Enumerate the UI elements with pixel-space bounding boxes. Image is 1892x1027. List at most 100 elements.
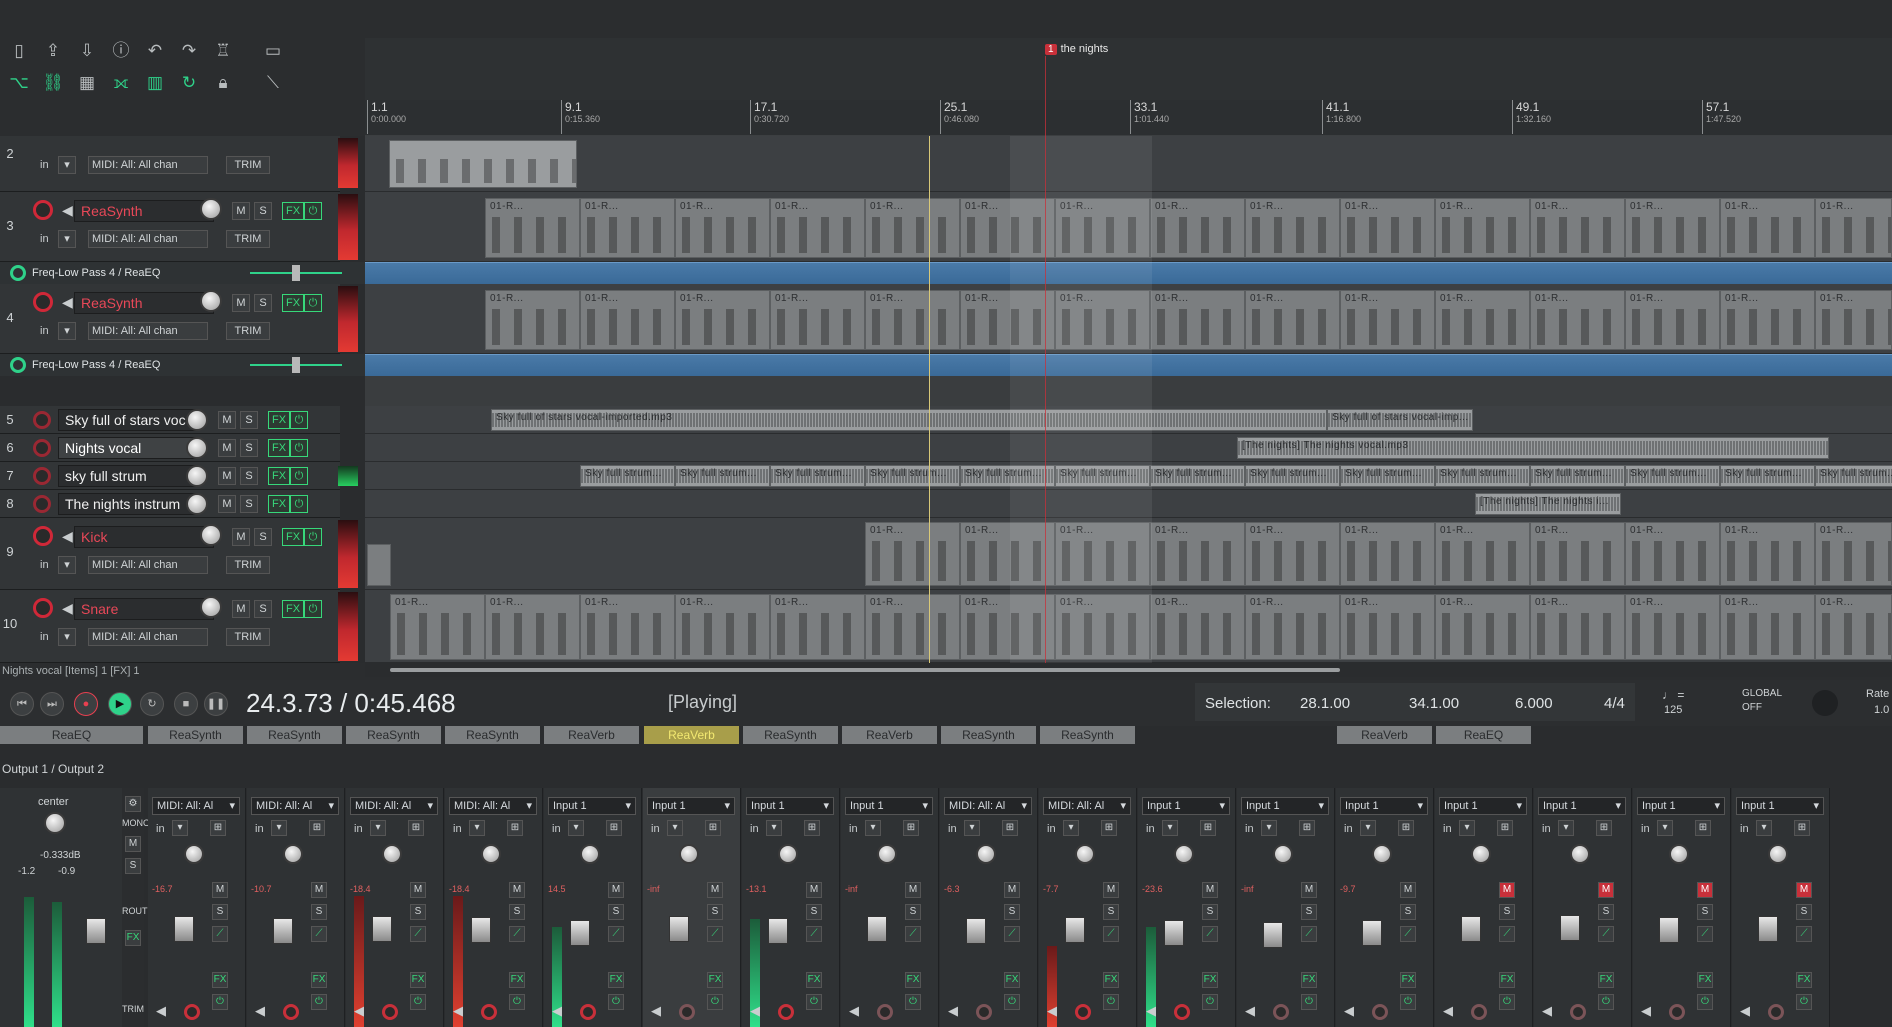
speaker-icon[interactable]: ◀ [453, 1002, 463, 1020]
track-name[interactable]: ReaSynth [74, 292, 214, 314]
fx-bypass-icon[interactable]: ⏻ [707, 994, 723, 1010]
fx-tab[interactable]: ReaVerb [1337, 726, 1432, 744]
fx-button[interactable]: FX [282, 528, 305, 546]
record-arm-button[interactable] [33, 495, 51, 513]
fx-bypass-icon[interactable]: ⏻ [311, 994, 327, 1010]
mute-button[interactable]: M [212, 882, 228, 898]
track-8[interactable]: 8 The nights instrum M S FX ⏻ [0, 490, 340, 518]
midi-item[interactable]: 01-R... [1625, 290, 1720, 350]
volume-fader[interactable] [1362, 920, 1382, 946]
fx-tab[interactable]: ReaSynth [445, 726, 540, 744]
fx-button[interactable]: FX [268, 411, 291, 429]
solo-button[interactable]: S [212, 904, 228, 920]
selection-end[interactable]: 34.1.00 [1409, 695, 1459, 712]
envelope-toggle-icon[interactable]: ⟍ [262, 72, 284, 94]
solo-button[interactable]: S [240, 495, 258, 513]
speaker-icon[interactable]: ◀ [156, 1002, 166, 1020]
master-settings-icon[interactable]: ⚙ [125, 796, 141, 812]
scrollbar-thumb[interactable] [390, 668, 1340, 672]
speaker-icon[interactable]: ◀ [62, 293, 73, 311]
input-select[interactable]: Input 1 ▾ [647, 797, 735, 815]
fx-tab[interactable]: ReaVerb [842, 726, 937, 744]
tempo-value[interactable]: 125 [1664, 704, 1682, 716]
volume-fader[interactable] [372, 916, 392, 942]
input-dropdown-icon[interactable]: ▾ [964, 820, 980, 836]
solo-button[interactable]: S [240, 467, 258, 485]
volume-fader[interactable] [1758, 916, 1778, 942]
solo-button[interactable]: S [1004, 904, 1020, 920]
volume-fader[interactable] [471, 917, 491, 943]
track-4[interactable]: 4 ◀ ReaSynth M S FX ⏻ in ▾ MIDI: All: Al… [0, 284, 358, 354]
midi-item[interactable]: 01-R... [675, 198, 770, 258]
input-dropdown-icon[interactable]: ▾ [469, 820, 485, 836]
phase-icon[interactable]: ⟋ [707, 926, 723, 942]
fx-bypass-icon[interactable]: ⏻ [1004, 994, 1020, 1010]
midi-item[interactable]: 01-R... [1625, 522, 1720, 586]
fx-tab[interactable]: ReaSynth [346, 726, 441, 744]
input-fx-icon[interactable]: ⊞ [210, 820, 226, 836]
midi-item[interactable]: 01-R... [1530, 594, 1625, 660]
input-dropdown-icon[interactable]: ▾ [865, 820, 881, 836]
automation-mode-state[interactable]: OFF [1742, 702, 1762, 713]
mixer-strip[interactable]: Input 1 ▾ in ▾ ⊞ -13.1 M S ⟋ FX ⏻ ◀ [742, 788, 840, 1027]
phase-icon[interactable]: ⟋ [311, 926, 327, 942]
mute-button[interactable]: M [218, 495, 236, 513]
input-fx-icon[interactable]: ⊞ [1398, 820, 1414, 836]
marker-lane[interactable] [365, 38, 1892, 100]
input-fx-icon[interactable]: ⊞ [1002, 820, 1018, 836]
input-fx-icon[interactable]: ⊞ [804, 820, 820, 836]
input-select[interactable]: Input 1 ▾ [1241, 797, 1329, 815]
speaker-icon[interactable]: ◀ [62, 599, 73, 617]
volume-fader[interactable] [867, 916, 887, 942]
fx-button[interactable]: FX [905, 972, 921, 988]
input-fx-icon[interactable]: ⊞ [1200, 820, 1216, 836]
midi-item[interactable]: 01-R... [1530, 290, 1625, 350]
fx-bypass-icon[interactable]: ⏻ [304, 202, 322, 220]
pan-knob[interactable] [580, 844, 600, 864]
timeline-ruler[interactable]: 1.1 0:00.000 9.1 0:15.360 17.1 0:30.720 25.… [365, 100, 1892, 136]
solo-button[interactable]: S [254, 528, 272, 546]
audio-item[interactable]: Sky full strum... [580, 465, 675, 487]
speaker-icon[interactable]: ◀ [651, 1002, 661, 1020]
speaker-icon[interactable]: ◀ [1740, 1002, 1750, 1020]
lock-icon[interactable]: 🔒︎ [212, 72, 234, 94]
phase-icon[interactable]: ⟋ [1202, 926, 1218, 942]
audio-item[interactable]: Sky full strum... [1340, 465, 1435, 487]
mute-button[interactable]: M [1697, 882, 1713, 898]
fx-button[interactable]: FX [268, 495, 291, 513]
pan-knob[interactable] [976, 844, 996, 864]
master-fx-button[interactable]: FX [125, 930, 141, 946]
record-arm-button[interactable] [184, 1004, 200, 1020]
solo-button[interactable]: S [311, 904, 327, 920]
input-select[interactable]: Input 1 ▾ [1637, 797, 1725, 815]
record-arm-button[interactable] [877, 1004, 893, 1020]
fx-bypass-icon[interactable]: ⏻ [509, 994, 525, 1010]
fx-bypass-icon[interactable]: ⏻ [304, 600, 322, 618]
trim-button[interactable]: TRIM [226, 230, 270, 248]
record-arm-button[interactable] [1669, 1004, 1685, 1020]
input-dropdown-icon[interactable]: ▾ [1360, 820, 1376, 836]
input-dropdown-icon[interactable]: ▾ [271, 820, 287, 836]
input-fx-icon[interactable]: ⊞ [408, 820, 424, 836]
track-3[interactable]: 3 ◀ ReaSynth M S FX ⏻ in ▾ MIDI: All: Al… [0, 192, 358, 262]
midi-item[interactable]: 01-R... [580, 290, 675, 350]
input-fx-icon[interactable]: ⊞ [1299, 820, 1315, 836]
input-dropdown-icon[interactable]: ▾ [1063, 820, 1079, 836]
speaker-icon[interactable]: ◀ [948, 1002, 958, 1020]
audio-item[interactable]: Sky full strum... [1245, 465, 1340, 487]
speaker-icon[interactable]: ◀ [1245, 1002, 1255, 1020]
record-arm-button[interactable] [778, 1004, 794, 1020]
mute-button[interactable]: M [707, 882, 723, 898]
mute-button[interactable]: M [806, 882, 822, 898]
mute-button[interactable]: M [218, 439, 236, 457]
input-dropdown-icon[interactable]: ▾ [58, 628, 76, 646]
solo-button[interactable]: S [1103, 904, 1119, 920]
solo-button[interactable]: S [707, 904, 723, 920]
speaker-icon[interactable]: ◀ [354, 1002, 364, 1020]
loop-icon[interactable]: ↻ [178, 72, 200, 94]
track-10[interactable]: 10 ◀ Snare M S FX ⏻ in ▾ MIDI: All: All … [0, 590, 358, 663]
volume-knob[interactable] [186, 409, 208, 431]
mixer-strip[interactable]: MIDI: All: Al ▾ in ▾ ⊞ -6.3 M S ⟋ FX ⏻ ◀ [940, 788, 1038, 1027]
undo-icon[interactable]: ↶ [144, 40, 166, 62]
mute-button[interactable]: M [1796, 882, 1812, 898]
